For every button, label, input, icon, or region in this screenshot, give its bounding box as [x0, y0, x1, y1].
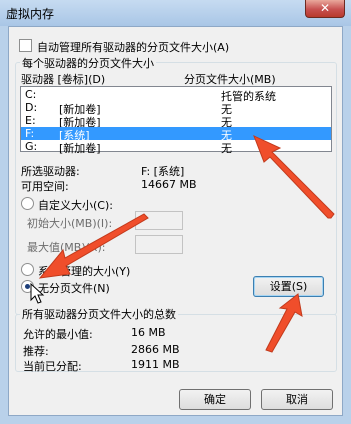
free-space-value: 14667 MB — [141, 178, 197, 191]
column-header-size: 分页文件大小(MB) — [184, 73, 276, 86]
dialog-body: 自动管理所有驱动器的分页文件大小(A) 每个驱动器的分页文件大小 驱动器 [卷标… — [8, 26, 343, 416]
auto-manage-checkbox[interactable] — [19, 39, 32, 52]
selected-drive-value: F: [系统] — [141, 165, 185, 178]
recommended-value: 2866 MB — [131, 343, 180, 356]
custom-size-label[interactable]: 自定义大小(C): — [38, 197, 113, 213]
max-size-input[interactable] — [135, 235, 183, 254]
auto-manage-label[interactable]: 自动管理所有驱动器的分页文件大小(A) — [37, 39, 229, 55]
min-allowed-label: 允许的最小值: — [23, 328, 93, 341]
no-paging-file-radio[interactable] — [21, 280, 34, 293]
window-title: 虚拟内存 — [6, 7, 55, 21]
drive-list[interactable]: C: 托管的系统 D: [新加卷] 无 E: [新加卷] 无 F: [系统] 无… — [20, 86, 332, 155]
drive-row-g[interactable]: G: [新加卷] 无 — [21, 140, 331, 155]
system-managed-radio[interactable] — [21, 263, 34, 276]
column-header-drive: 驱动器 [卷标](D) — [21, 73, 106, 86]
drive-letter: F: — [25, 127, 35, 140]
max-size-label: 最大值(MB)(X): — [27, 241, 106, 254]
drive-row-f[interactable]: F: [系统] 无 — [21, 127, 331, 142]
free-space-label: 可用空间: — [21, 180, 69, 193]
title-bar: 虚拟内存 ✕ — [0, 0, 351, 26]
drive-size: 无 — [221, 142, 232, 155]
drive-label: [新加卷] — [59, 142, 101, 155]
initial-size-input[interactable] — [135, 211, 183, 230]
drive-letter: C: — [25, 88, 37, 101]
drive-letter: D: — [25, 101, 38, 114]
drive-row-e[interactable]: E: [新加卷] 无 — [21, 114, 331, 129]
drive-row-c[interactable]: C: 托管的系统 — [21, 88, 331, 103]
close-button[interactable]: ✕ — [305, 0, 345, 18]
totals-group-title: 所有驱动器分页文件大小的总数 — [20, 306, 178, 322]
currently-allocated-label: 当前已分配: — [23, 360, 82, 373]
no-paging-file-label[interactable]: 无分页文件(N) — [38, 280, 110, 296]
custom-size-radio[interactable] — [21, 197, 34, 210]
drive-row-d[interactable]: D: [新加卷] 无 — [21, 101, 331, 116]
set-button[interactable]: 设置(S) — [253, 276, 324, 297]
system-managed-label[interactable]: 系统管理的大小(Y) — [38, 263, 130, 279]
min-allowed-value: 16 MB — [131, 326, 166, 339]
drive-letter: E: — [25, 114, 36, 127]
drives-group-title: 每个驱动器的分页文件大小 — [20, 55, 156, 71]
recommended-label: 推荐: — [23, 345, 49, 358]
currently-allocated-value: 1911 MB — [131, 358, 180, 371]
cancel-button[interactable]: 取消 — [261, 389, 333, 410]
initial-size-label: 初始大小(MB)(I): — [27, 217, 113, 230]
ok-button[interactable]: 确定 — [179, 389, 251, 410]
drive-letter: G: — [25, 140, 38, 153]
selected-drive-label: 所选驱动器: — [21, 165, 80, 178]
